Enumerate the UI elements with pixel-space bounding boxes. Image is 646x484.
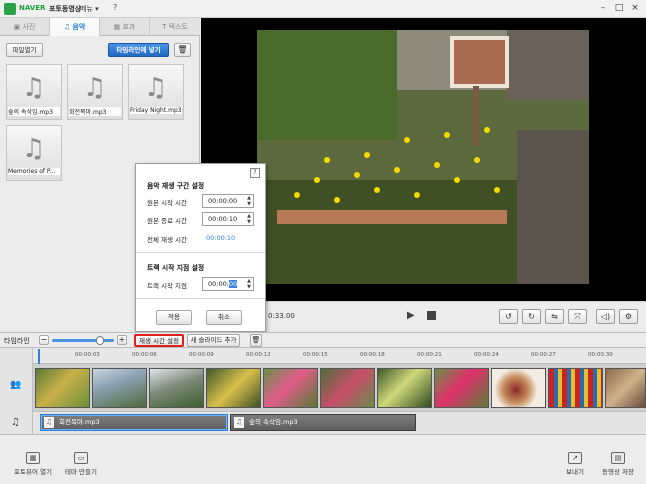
music-note-icon: ♫ bbox=[44, 417, 54, 428]
theme-icon: ▭ bbox=[74, 452, 88, 464]
total-duration-value: 00:00:10 bbox=[206, 234, 236, 242]
stop-icon[interactable] bbox=[427, 311, 436, 320]
audio-clip[interactable]: ♫ 숲의 속삭임.mp3 bbox=[230, 414, 416, 431]
time-tick: 00:00:24 bbox=[474, 352, 499, 358]
add-to-timeline-button[interactable]: 타임라인에 넣기 bbox=[108, 43, 169, 57]
audio-clip[interactable]: ♫ 회전목마.mp3 bbox=[40, 414, 228, 431]
preview-photo bbox=[257, 30, 589, 284]
time-tick: 00:00:27 bbox=[531, 352, 556, 358]
zoom-out-button[interactable]: − bbox=[39, 335, 49, 345]
music-file-item[interactable]: ♫ Friday Night.mp3 bbox=[128, 64, 184, 120]
app-logo-icon bbox=[4, 3, 16, 15]
music-note-icon: ♫ bbox=[11, 417, 20, 428]
create-theme-button[interactable]: ▭ 테마 만들기 bbox=[60, 452, 102, 476]
source-start-stepper[interactable]: 00:00:00 ▲ ▼ bbox=[202, 194, 254, 208]
spin-arrows-icon[interactable]: ▲ ▼ bbox=[247, 278, 251, 290]
flip-horizontal-icon[interactable]: ⇋ bbox=[545, 309, 564, 324]
time-tick: 00:00:09 bbox=[189, 352, 214, 358]
image-clip[interactable] bbox=[377, 368, 432, 408]
save-icon: ▤ bbox=[611, 452, 625, 464]
delete-icon[interactable]: 🗑 bbox=[174, 43, 191, 57]
divider bbox=[136, 252, 265, 253]
image-clip[interactable] bbox=[35, 368, 90, 408]
crop-icon[interactable]: ⤧ bbox=[568, 309, 587, 324]
time-tick: 00:00:06 bbox=[132, 352, 157, 358]
spin-arrows-icon[interactable]: ▲ ▼ bbox=[247, 195, 251, 207]
gear-icon[interactable]: ⚙ bbox=[619, 309, 638, 324]
image-clip[interactable] bbox=[320, 368, 375, 408]
delete-icon[interactable]: 🗑 bbox=[250, 334, 262, 347]
help-icon[interactable]: ? bbox=[113, 3, 117, 12]
share-icon: ↗ bbox=[568, 452, 582, 464]
people-icon: 👥 bbox=[10, 380, 22, 390]
brand-name: NAVER bbox=[19, 4, 46, 12]
section-title: 음악 재생 구간 설정 bbox=[147, 182, 205, 190]
music-note-icon: ♫ bbox=[83, 73, 107, 103]
image-clip[interactable] bbox=[149, 368, 204, 408]
image-clip[interactable] bbox=[605, 368, 646, 408]
zoom-slider[interactable] bbox=[52, 339, 114, 342]
zoom-in-button[interactable]: + bbox=[117, 335, 127, 345]
time-tick: 00:00:18 bbox=[360, 352, 385, 358]
volume-icon[interactable]: ◁) bbox=[596, 309, 615, 324]
open-photo-viewer-button[interactable]: ▦ 포토뷰어 열기 bbox=[8, 452, 58, 476]
set-play-time-button[interactable]: 재생 시간 설정 bbox=[134, 334, 184, 347]
source-end-stepper[interactable]: 00:00:10 ▲ ▼ bbox=[202, 212, 254, 226]
help-icon[interactable]: ? bbox=[250, 168, 260, 178]
image-clip[interactable] bbox=[206, 368, 261, 408]
image-clip[interactable] bbox=[548, 368, 603, 408]
tab-music[interactable]: ♫ 음악 bbox=[50, 18, 100, 36]
spin-arrows-icon[interactable]: ▲ ▼ bbox=[247, 213, 251, 225]
export-button[interactable]: ↗ 보내기 bbox=[558, 452, 592, 476]
time-tick: 00:00:21 bbox=[417, 352, 442, 358]
time-ruler: 00:00:03 00:00:06 00:00:09 00:00:12 00:0… bbox=[33, 348, 646, 364]
tab-effect[interactable]: ▦ 효과 bbox=[100, 18, 150, 36]
music-note-icon: ♫ bbox=[144, 73, 168, 103]
music-file-item[interactable]: ♫ Memories of P... bbox=[6, 125, 62, 181]
section-title: 트랙 시작 지점 설정 bbox=[147, 264, 205, 272]
rotate-left-icon[interactable]: ↺ bbox=[499, 309, 518, 324]
image-clip[interactable] bbox=[491, 368, 546, 408]
music-file-item[interactable]: ♫ 숲의 속삭임.mp3 bbox=[6, 64, 62, 120]
image-clip[interactable] bbox=[434, 368, 489, 408]
media-tabs: ▣ 사진 ♫ 음악 ▦ 효과 T 텍스트 bbox=[0, 18, 200, 36]
save-video-button[interactable]: ▤ 동영상 저장 bbox=[594, 452, 642, 476]
image-clip[interactable] bbox=[92, 368, 147, 408]
tab-text[interactable]: T 텍스트 bbox=[150, 18, 200, 36]
time-tick: 00:00:30 bbox=[588, 352, 613, 358]
tab-photo[interactable]: ▣ 사진 bbox=[0, 18, 50, 36]
time-tick: 00:00:03 bbox=[75, 352, 100, 358]
time-readout: 0:33.00 bbox=[268, 312, 295, 320]
music-note-icon: ♫ bbox=[22, 134, 46, 164]
photo-viewer-icon: ▦ bbox=[26, 452, 40, 464]
play-icon[interactable]: ▶ bbox=[407, 310, 415, 321]
minimize-button[interactable]: – bbox=[596, 2, 610, 15]
time-tick: 00:00:15 bbox=[303, 352, 328, 358]
play-time-popup: ? 음악 재생 구간 설정 원본 시작 시간 00:00:00 ▲ ▼ 원본 종료 … bbox=[135, 163, 266, 332]
add-slide-button[interactable]: 새 슬라이드 추가 bbox=[187, 334, 240, 347]
main-menu[interactable]: 메뉴 ▾ bbox=[80, 4, 99, 14]
apply-button[interactable]: 적용 bbox=[156, 310, 192, 325]
music-note-icon: ♫ bbox=[234, 417, 244, 428]
music-note-icon: ♫ bbox=[22, 73, 46, 103]
track-start-stepper[interactable]: 00:00:00 ▲ ▼ bbox=[202, 277, 254, 291]
cancel-button[interactable]: 취소 bbox=[206, 310, 242, 325]
total-duration-label: 전체 재생 시간 bbox=[147, 236, 188, 244]
source-end-label: 원본 종료 시간 bbox=[147, 217, 188, 225]
track-start-label: 트랙 시작 지점 bbox=[147, 282, 188, 290]
rotate-right-icon[interactable]: ↻ bbox=[522, 309, 541, 324]
music-file-item[interactable]: ♫ 회전목마.mp3 bbox=[67, 64, 123, 120]
close-button[interactable]: × bbox=[628, 2, 642, 15]
app-title: 포토동영상 bbox=[49, 5, 82, 13]
restore-button[interactable]: □ bbox=[612, 2, 626, 15]
timeline-label: 타임라인 bbox=[4, 337, 30, 345]
divider bbox=[136, 298, 265, 299]
time-tick: 00:00:12 bbox=[246, 352, 271, 358]
image-clip[interactable] bbox=[263, 368, 318, 408]
open-file-button[interactable]: 파일열기 bbox=[6, 43, 43, 57]
source-start-label: 원본 시작 시간 bbox=[147, 199, 188, 207]
